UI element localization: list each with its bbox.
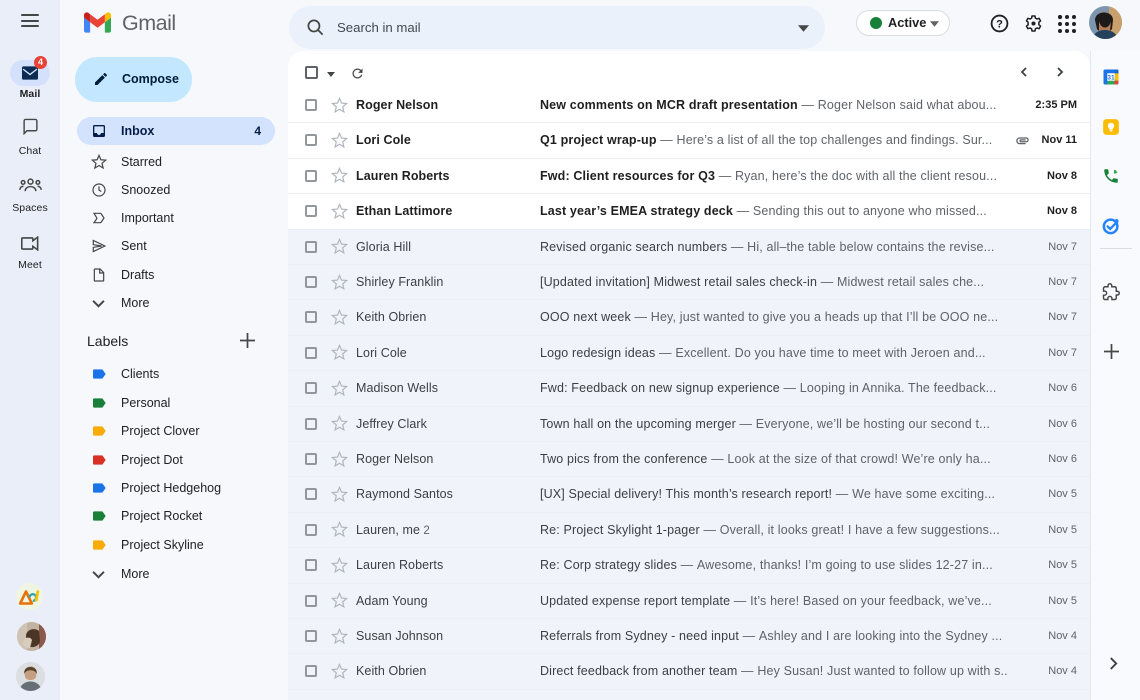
svg-text:31: 31 — [1107, 74, 1115, 81]
svg-text:?: ? — [996, 18, 1003, 30]
